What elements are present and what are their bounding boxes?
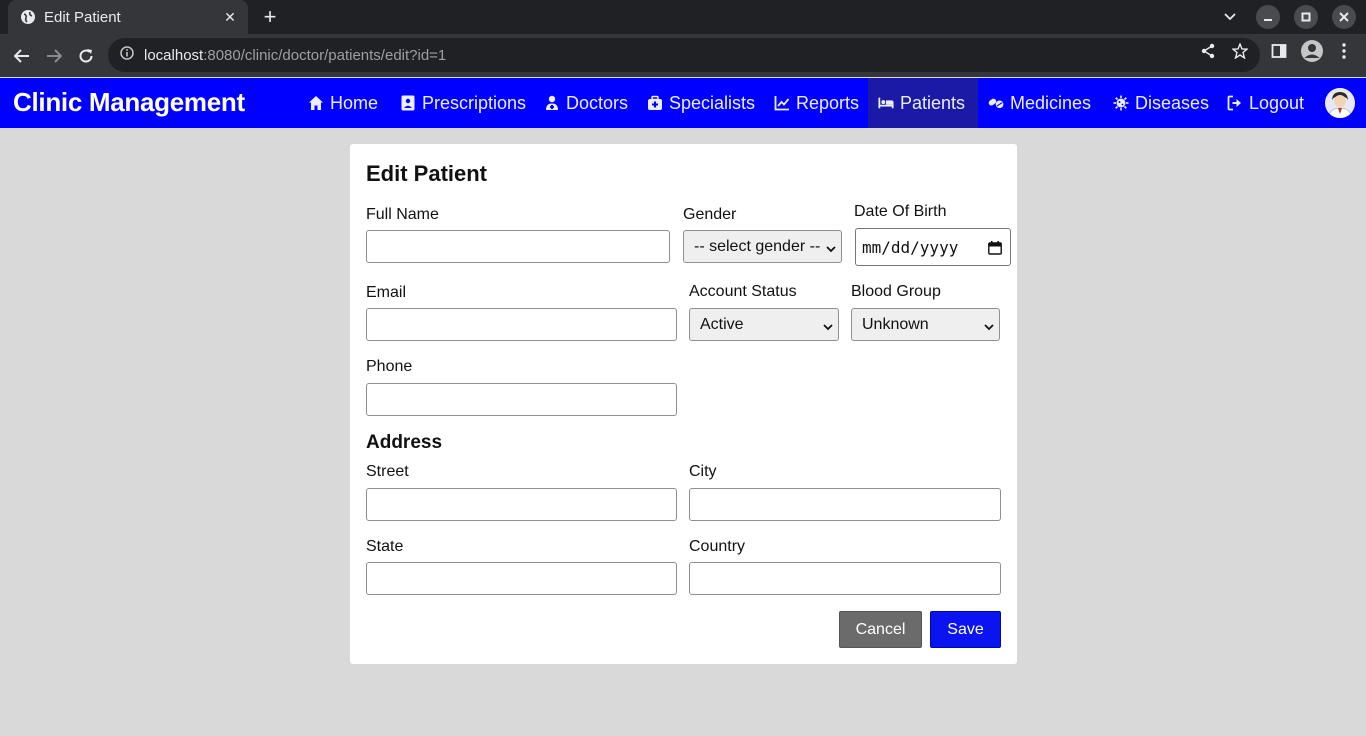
reload-icon[interactable] [73, 43, 99, 69]
address-heading: Address [366, 432, 443, 453]
nav-logout[interactable]: Logout [1217, 78, 1314, 128]
site-info-icon[interactable] [120, 45, 134, 65]
nav-label: Prescriptions [422, 92, 527, 113]
nav-label: Specialists [669, 92, 756, 113]
nav-label: Medicines [1010, 92, 1092, 113]
chart-line-icon [774, 95, 790, 111]
nav-label: Patients [900, 92, 966, 113]
tab-title: Edit Patient [44, 8, 121, 26]
account-status-label: Account Status [689, 283, 797, 300]
city-label: City [689, 463, 717, 480]
phone-input[interactable] [366, 383, 677, 416]
nav-prescriptions[interactable]: Prescriptions [390, 78, 536, 128]
nav-label: Diseases [1135, 92, 1210, 113]
chevron-down-icon [826, 241, 836, 253]
address-bar[interactable]: localhost:8080/clinic/doctor/patients/ed… [108, 38, 1260, 72]
logout-icon [1227, 95, 1243, 111]
tab-search-icon[interactable] [1218, 5, 1242, 29]
nav-label: Reports [796, 92, 860, 113]
close-tab-icon[interactable]: ✕ [222, 9, 238, 26]
profile-icon[interactable] [1300, 39, 1324, 63]
country-input[interactable] [689, 562, 1001, 595]
user-avatar[interactable] [1325, 88, 1355, 118]
cancel-button[interactable]: Cancel [839, 611, 922, 648]
calendar-icon[interactable] [988, 240, 1002, 255]
save-button[interactable]: Save [930, 611, 1001, 648]
maximize-icon[interactable] [1294, 5, 1318, 29]
nav-diseases[interactable]: Diseases [1103, 78, 1219, 128]
nav-specialists[interactable]: Specialists [637, 78, 765, 128]
full-name-label: Full Name [366, 206, 439, 223]
back-icon[interactable] [9, 43, 35, 69]
doctor-icon [544, 95, 560, 111]
browser-toolbar: localhost:8080/clinic/doctor/patients/ed… [0, 34, 1366, 77]
bed-icon [878, 95, 894, 111]
pills-icon [988, 95, 1004, 111]
email-label: Email [366, 284, 407, 301]
brand-title[interactable]: Clinic Management [13, 87, 245, 118]
app-navbar: Clinic Management Home Prescriptions Doc… [0, 78, 1366, 128]
dob-label: Date Of Birth [854, 203, 947, 220]
nav-doctors[interactable]: Doctors [534, 78, 638, 128]
nav-patients[interactable]: Patients [868, 78, 978, 128]
nav-reports[interactable]: Reports [764, 78, 869, 128]
nav-label: Logout [1249, 92, 1305, 113]
blood-group-label: Blood Group [851, 283, 941, 300]
state-label: State [366, 538, 404, 555]
browser-tab[interactable]: Edit Patient ✕ [8, 0, 248, 34]
home-icon [308, 95, 324, 111]
country-label: Country [689, 538, 746, 555]
minimize-icon[interactable] [1256, 5, 1280, 29]
edit-patient-card: Edit Patient Full Name Gender -- select … [350, 144, 1017, 664]
phone-label: Phone [366, 358, 413, 375]
city-input[interactable] [689, 488, 1001, 521]
street-input[interactable] [366, 488, 677, 521]
bookmark-star-icon[interactable] [1231, 42, 1249, 60]
nav-home[interactable]: Home [298, 78, 388, 128]
window-close-icon[interactable] [1332, 5, 1356, 29]
virus-icon [1113, 95, 1129, 111]
share-icon[interactable] [1199, 42, 1217, 60]
globe-icon [20, 9, 36, 25]
account-status-select[interactable]: Active [689, 308, 839, 341]
nav-label: Doctors [566, 92, 629, 113]
email-input[interactable] [366, 308, 677, 341]
nav-label: Home [330, 92, 379, 113]
chevron-down-icon [984, 319, 994, 331]
medkit-icon [647, 95, 663, 111]
dob-date-input[interactable]: mm/dd/yyyy [855, 228, 1011, 266]
full-name-input[interactable] [366, 230, 670, 263]
prescription-icon [400, 95, 416, 111]
nav-medicines[interactable]: Medicines [978, 78, 1101, 128]
menu-kebab-icon[interactable] [1335, 42, 1353, 60]
street-label: Street [366, 463, 409, 480]
new-tab-icon[interactable]: + [258, 6, 282, 30]
state-input[interactable] [366, 562, 677, 595]
url-text: localhost:8080/clinic/doctor/patients/ed… [144, 46, 447, 64]
forward-icon[interactable] [41, 43, 67, 69]
blood-group-select[interactable]: Unknown [851, 308, 1000, 341]
side-panel-icon[interactable] [1270, 42, 1288, 60]
gender-select[interactable]: -- select gender -- [683, 230, 842, 263]
chevron-down-icon [823, 319, 833, 331]
gender-label: Gender [683, 206, 737, 223]
browser-tabstrip: Edit Patient ✕ + [0, 0, 1366, 34]
page-title: Edit Patient [366, 161, 488, 186]
